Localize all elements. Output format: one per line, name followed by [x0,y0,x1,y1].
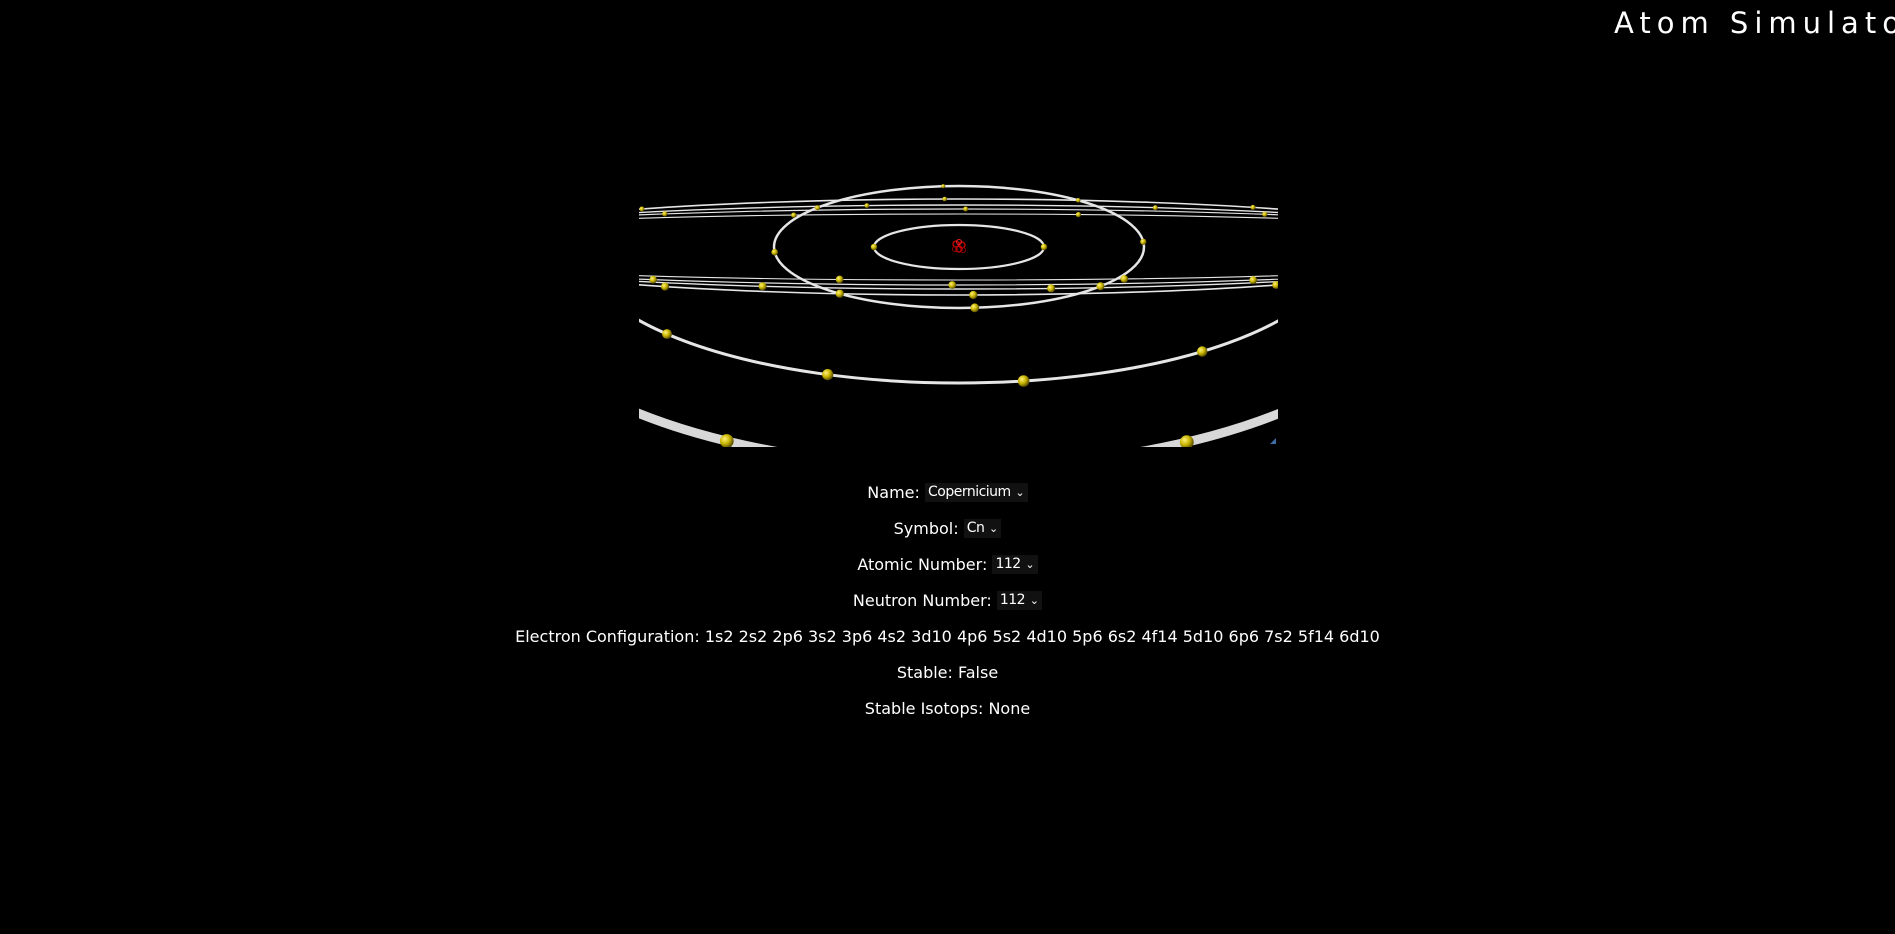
neutron-number-select-value: 112 [999,592,1026,608]
electron [835,275,844,284]
orbit-ring [639,408,1278,447]
electron [1120,275,1129,283]
stable-value: False [958,663,999,682]
electron [1047,284,1056,293]
electron [870,243,878,251]
electron [1250,204,1256,210]
electron [1096,282,1105,291]
symbol-select-value: Cn [966,520,985,536]
electron [864,203,870,208]
neutron-number-select[interactable]: 112 ⌄ [996,591,1043,610]
chevron-down-icon: ⌄ [1029,594,1039,607]
nucleus [952,239,966,253]
electron [815,205,820,211]
electron [639,206,645,212]
electron [771,248,778,256]
chevron-down-icon: ⌄ [1025,558,1035,571]
electron [1249,276,1258,284]
name-select[interactable]: Copernicium ⌄ [924,483,1028,502]
electron [970,303,980,313]
electron [1075,212,1081,218]
name-row: Name: Copernicium ⌄ [0,483,1895,503]
electron [1152,205,1158,211]
symbol-row: Symbol: Cn ⌄ [0,519,1895,539]
orbit-ring [639,198,1278,296]
stable-isotopes-value: None [988,699,1031,718]
stable-label: Stable: [896,663,953,682]
neutron-number-row: Neutron Number: 112 ⌄ [0,591,1895,611]
symbol-select[interactable]: Cn ⌄ [963,519,1002,538]
atom-scene[interactable] [639,182,1278,447]
chevron-down-icon: ⌄ [1015,486,1025,499]
resize-handle-icon[interactable] [1270,438,1276,444]
atomic-number-row: Atomic Number: 112 ⌄ [0,555,1895,575]
atomic-number-label: Atomic Number: [857,555,988,574]
electron [969,290,978,300]
orbit-rings [639,184,1278,447]
symbol-label: Symbol: [893,519,959,538]
electron-configuration-value: 1s2 2s2 2p6 3s2 3p6 4s2 3d10 4p6 5s2 4d1… [704,627,1380,646]
electron [1262,211,1268,217]
electron [1197,346,1208,357]
electron [791,212,797,218]
atomic-number-select-value: 112 [995,556,1021,572]
neutron-number-label: Neutron Number: [852,591,992,610]
stable-isotopes-label: Stable Isotops: [864,699,984,718]
electron [758,282,767,291]
electron-configuration-row: Electron Configuration: 1s2 2s2 2p6 3s2 … [0,627,1895,647]
atomic-number-select[interactable]: 112 ⌄ [992,555,1038,574]
electron-configuration-label: Electron Configuration: [515,627,700,646]
stable-isotopes-row: Stable Isotops: None [0,699,1895,719]
electron [1075,198,1081,203]
orbit-ring [639,204,1278,290]
page-title: Atom Simulato [1614,6,1895,40]
name-select-value: Copernicium [927,484,1011,500]
atom-3d-viewport[interactable] [639,182,1278,447]
electron [942,196,947,202]
electron [661,282,669,291]
electron [948,281,957,289]
electron [822,369,834,381]
stable-row: Stable: False [0,663,1895,683]
electron [835,289,844,298]
electron [941,184,946,189]
electron [1017,375,1030,387]
electron [1040,243,1048,251]
chevron-down-icon: ⌄ [989,522,998,535]
electron [662,211,668,217]
electron [649,275,657,284]
orbit-ring [639,213,1278,281]
electron [1140,238,1147,245]
electron-cloud [639,184,1278,447]
electron [662,329,672,339]
orbit-ring [639,208,1278,286]
element-info-panel: Name: Copernicium ⌄ Symbol: Cn ⌄ Atomic Nu… [0,483,1895,735]
electron [963,206,969,212]
name-label: Name: [867,483,920,502]
